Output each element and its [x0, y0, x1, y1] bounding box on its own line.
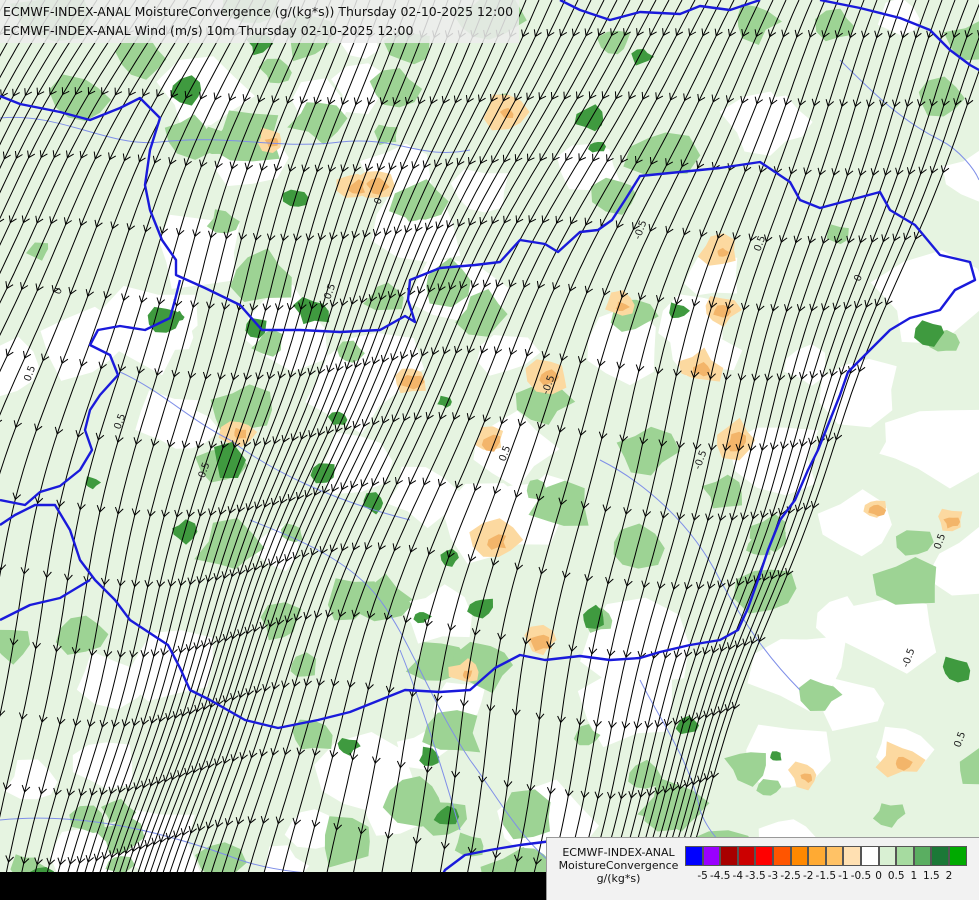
legend-tick-label: -3 — [767, 870, 779, 882]
legend-tick-label: -1 — [838, 870, 849, 882]
legend-tick-label: 0 — [875, 870, 882, 882]
legend-swatch — [720, 846, 738, 866]
legend-swatch — [685, 846, 703, 866]
map-header: ECMWF-INDEX-ANAL MoistureConvergence (g/… — [0, 0, 520, 43]
legend-title-field: MoistureConvergence — [558, 859, 679, 872]
legend-swatches — [685, 846, 967, 866]
map-viewer: 0 0.5 -0.5 0.5 -0.5 0.5 0 0.5 -0.5 0.5 -0.5 0.5 0 0.5… — [0, 0, 979, 900]
legend-tick-label: -1.5 — [815, 870, 837, 882]
legend-swatch — [702, 846, 721, 866]
color-legend: ECMWF-INDEX-ANAL MoistureConvergence g/(… — [546, 837, 979, 900]
legend-title: ECMWF-INDEX-ANAL MoistureConvergence g/(… — [551, 846, 686, 885]
legend-tick-label: -2.5 — [780, 870, 801, 882]
legend-tick-label: -4.5 — [709, 870, 731, 882]
legend-swatch — [931, 846, 949, 866]
legend-tick-label: 1 — [910, 870, 918, 882]
legend-tick-label: -5 — [697, 870, 708, 882]
legend-swatch — [843, 846, 861, 866]
legend-title-model: ECMWF-INDEX-ANAL — [562, 846, 675, 859]
legend-tick-label: -3.5 — [745, 870, 766, 882]
legend-swatch — [737, 846, 756, 866]
legend-title-unit: g/(kg*s) — [596, 872, 641, 885]
legend-tick-label: 1.5 — [923, 870, 940, 882]
legend-tick-label: -2 — [802, 870, 814, 882]
legend-swatch — [913, 846, 932, 866]
header-line-wind: ECMWF-INDEX-ANAL Wind (m/s) 10m Thursday… — [3, 23, 414, 38]
legend-swatch — [860, 846, 879, 866]
legend-swatch — [790, 846, 809, 866]
legend-tick-label: -4 — [732, 870, 744, 882]
weather-map[interactable]: 00.5-0.50.5-0.50.50 0.5-0.50.5-0.50.500.5… — [0, 0, 979, 900]
legend-swatch — [825, 846, 844, 866]
legend-swatch — [772, 846, 791, 866]
legend-tick-label: 0.5 — [887, 870, 905, 882]
legend-swatch — [755, 846, 773, 866]
header-line-moisture: ECMWF-INDEX-ANAL MoistureConvergence (g/… — [3, 4, 514, 19]
legend-swatch — [948, 846, 967, 866]
legend-ticks: -5 -4.5 -4 -3.5 -3 -2.5 -2 -1.5 -1 -0.5 0 0.5 1 1.5 2 — [685, 870, 975, 884]
legend-tick-label: -0.5 — [850, 870, 872, 882]
strong-convergence-area — [770, 751, 782, 761]
legend-swatch — [878, 846, 897, 866]
legend-tick-label: 2 — [945, 870, 953, 882]
legend-swatch — [808, 846, 826, 866]
legend-swatch — [896, 846, 914, 866]
